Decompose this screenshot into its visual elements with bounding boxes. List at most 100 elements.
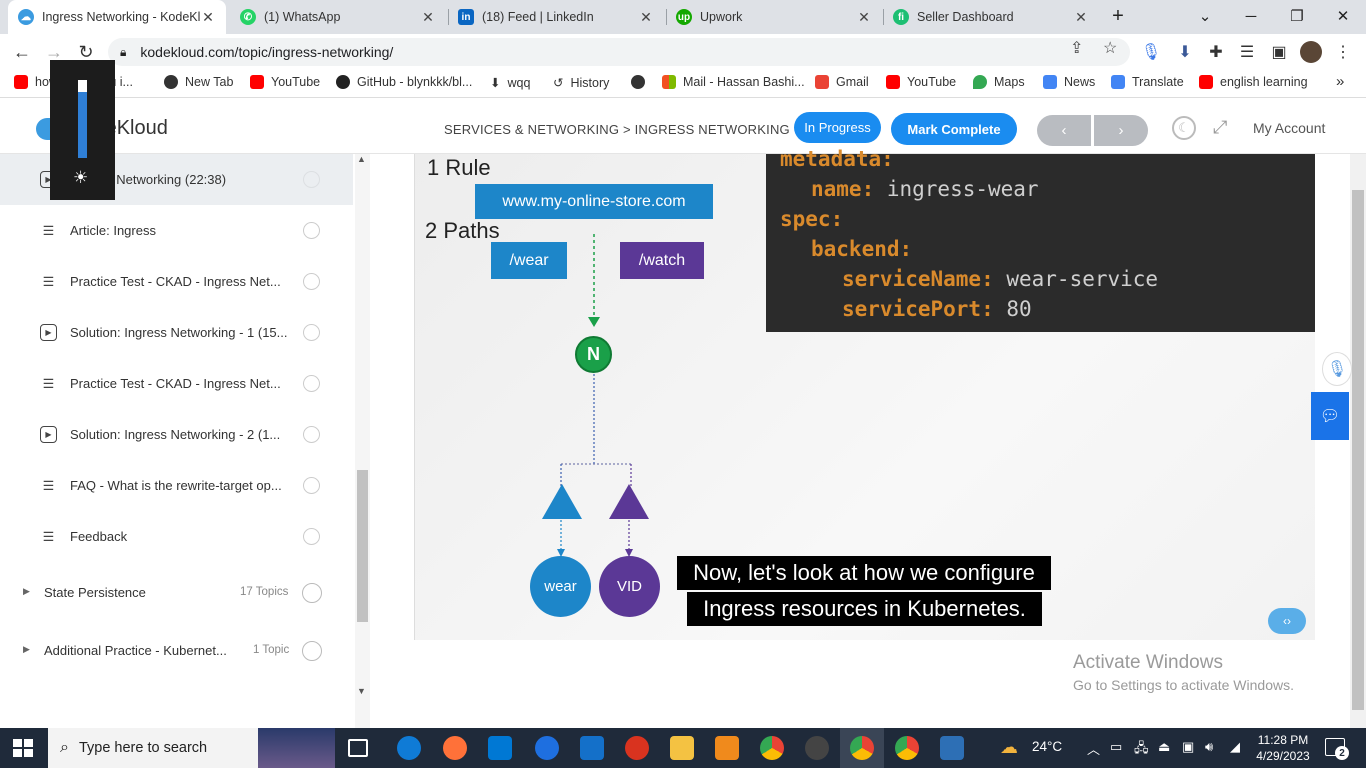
microphone-icon[interactable]: 🎙︎ (1322, 352, 1352, 386)
taskbar-clock[interactable]: 11:28 PM 4/29/2023 (1253, 732, 1313, 764)
firefox-icon[interactable] (443, 736, 467, 760)
bookmark-item[interactable]: ⬇ wqq (490, 75, 530, 91)
microphone-extension-icon[interactable]: 🎙︎ (1138, 38, 1164, 66)
next-lesson-button[interactable]: › (1094, 115, 1148, 146)
close-icon[interactable]: ✕ (638, 9, 654, 26)
photos-icon[interactable] (940, 736, 964, 760)
tab-upwork[interactable]: up Upwork ✕ (666, 0, 882, 34)
settings-app-icon[interactable] (715, 736, 739, 760)
tab-whatsapp[interactable]: ✆ (1) WhatsApp ✕ (230, 0, 446, 34)
file-explorer-icon[interactable] (670, 736, 694, 760)
mail-icon[interactable] (580, 736, 604, 760)
bookmark-item[interactable]: ↺ History (553, 75, 609, 91)
tab-seller-dashboard[interactable]: fi Seller Dashboard ✕ (883, 0, 1099, 34)
status-badge[interactable]: In Progress (794, 112, 881, 143)
previous-lesson-button[interactable]: ‹ (1037, 115, 1091, 146)
camera-app-icon[interactable] (805, 736, 829, 760)
bookmark-item[interactable]: News (1043, 75, 1095, 89)
volume-flyout[interactable]: ☀ (50, 60, 115, 200)
bookmark-item[interactable]: YouTube (250, 75, 320, 89)
edge-icon[interactable] (397, 736, 421, 760)
fullscreen-icon[interactable]: ⤢ (1213, 117, 1227, 138)
chat-widget-button[interactable]: 💬︎ (1311, 392, 1349, 440)
weather-icon[interactable]: ☁ (1000, 737, 1018, 758)
lesson-item[interactable]: ▶ Solution: Ingress Networking - 2 (1... (0, 409, 353, 460)
sidebar-scrollbar[interactable]: ▲ ▼ (355, 154, 370, 728)
sidebar-scroll-thumb[interactable] (357, 470, 368, 622)
lesson-item[interactable]: ☰ Feedback (0, 511, 353, 562)
lesson-item[interactable]: ☰ Practice Test - CKAD - Ingress Net... (0, 256, 353, 307)
reading-list-icon[interactable]: ☰ (1234, 38, 1260, 66)
battery-icon[interactable]: ▭ (1110, 739, 1122, 755)
chrome-profile-2-icon[interactable] (895, 736, 919, 760)
completion-circle[interactable] (303, 222, 320, 239)
page-scroll-thumb[interactable] (1352, 190, 1364, 710)
completion-circle[interactable] (303, 528, 320, 545)
completion-circle[interactable] (303, 477, 320, 494)
weather-temperature[interactable]: 24°C (1032, 739, 1062, 754)
completion-circle[interactable] (302, 641, 322, 661)
download-extension-icon[interactable]: ⬇ (1172, 38, 1198, 66)
window-close-icon[interactable]: ✕ (1320, 0, 1366, 32)
volume-slider-thumb[interactable] (78, 80, 87, 92)
store-icon[interactable] (488, 736, 512, 760)
section-state-persistence[interactable]: ▶ State Persistence 17 Topics (0, 573, 353, 613)
extensions-icon[interactable]: ✚ (1203, 38, 1229, 66)
back-icon[interactable]: ← (8, 38, 36, 66)
close-icon[interactable]: ✕ (1073, 9, 1089, 26)
skype-icon[interactable] (535, 736, 559, 760)
chrome-icon[interactable] (760, 736, 784, 760)
windows-start-icon[interactable] (13, 739, 33, 757)
bookmark-item[interactable]: YouTube (886, 75, 956, 89)
tab-linkedin[interactable]: in (18) Feed | LinkedIn ✕ (448, 0, 664, 34)
scroll-down-arrow-icon[interactable]: ▼ (357, 686, 366, 696)
bookmark-item[interactable] (631, 75, 652, 89)
bookmark-item[interactable]: Maps (973, 75, 1025, 89)
completion-circle[interactable] (302, 583, 322, 603)
bookmark-item[interactable]: english learning (1199, 75, 1308, 89)
notification-center-icon[interactable]: 2 (1325, 738, 1349, 760)
tab-search-icon[interactable]: ⌄ (1182, 0, 1228, 32)
completion-circle[interactable] (303, 171, 320, 188)
spiral-app-icon[interactable] (625, 736, 649, 760)
restore-icon[interactable]: ❐ (1274, 0, 1320, 32)
task-view-icon[interactable] (348, 739, 368, 757)
completion-circle[interactable] (303, 324, 320, 341)
close-icon[interactable]: ✕ (200, 9, 216, 26)
tray-overflow-icon[interactable]: ︿ (1087, 739, 1100, 758)
address-input[interactable]: 🔒︎ kodekloud.com/topic/ingress-networkin… (108, 38, 1130, 66)
completion-circle[interactable] (303, 375, 320, 392)
breadcrumb[interactable]: SERVICES & NETWORKING > INGRESS NETWORKI… (444, 122, 790, 137)
close-icon[interactable]: ✕ (856, 9, 872, 26)
chrome-profile-icon[interactable] (850, 736, 874, 760)
completion-circle[interactable] (303, 273, 320, 290)
bookmark-item[interactable]: GitHub - blynkkk/bl... (336, 75, 472, 89)
share-icon[interactable]: ⇪ (1070, 38, 1083, 58)
bookmark-item[interactable]: Translate (1111, 75, 1184, 89)
more-bookmarks-button[interactable]: » (1336, 73, 1344, 90)
my-account-link[interactable]: My Account (1253, 120, 1325, 136)
new-tab-button[interactable]: + (1100, 0, 1136, 32)
bookmark-item[interactable]: Gmail (815, 75, 869, 89)
close-icon[interactable]: ✕ (420, 9, 436, 26)
side-panel-icon[interactable]: ▣ (1266, 38, 1292, 66)
network-icon[interactable]: 🖧︎ (1134, 739, 1149, 761)
usb-icon[interactable]: ⏏ (1158, 739, 1170, 755)
mark-complete-button[interactable]: Mark Complete (891, 113, 1017, 145)
lesson-item[interactable]: ☰ FAQ - What is the rewrite-target op... (0, 460, 353, 511)
completion-circle[interactable] (303, 426, 320, 443)
lesson-item[interactable]: ☰ Article: Ingress (0, 205, 353, 256)
tab-kodekloud[interactable]: ☁ Ingress Networking - KodeKl ✕ (8, 0, 226, 34)
minimize-icon[interactable]: ─ (1228, 0, 1274, 32)
taskbar-search-input[interactable]: ⌕ Type here to search (48, 728, 335, 768)
section-additional-practice[interactable]: ▶ Additional Practice - Kubernet... 1 To… (0, 631, 353, 671)
bookmark-item[interactable]: Mail - Hassan Bashi... (662, 75, 805, 89)
scroll-up-arrow-icon[interactable]: ▲ (357, 154, 366, 164)
wifi-icon[interactable]: ◢ (1230, 739, 1240, 755)
lesson-item[interactable]: ▶ Solution: Ingress Networking - 1 (15..… (0, 307, 353, 358)
bookmark-item[interactable]: New Tab (164, 75, 233, 89)
speaker-icon[interactable]: 🔊︎ (1205, 739, 1213, 755)
display-icon[interactable]: ▣ (1182, 739, 1194, 755)
lesson-item[interactable]: ☰ Practice Test - CKAD - Ingress Net... (0, 358, 353, 409)
bookmark-star-icon[interactable]: ☆ (1103, 38, 1117, 58)
